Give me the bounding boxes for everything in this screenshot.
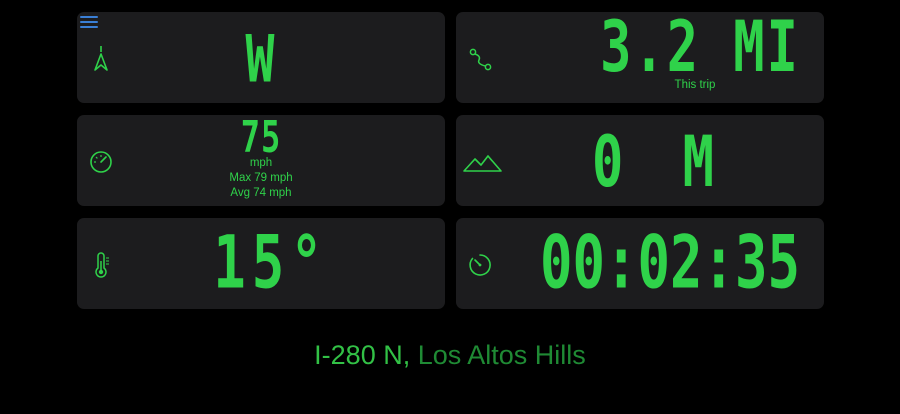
heading-value: W [245, 22, 277, 98]
route-icon [463, 42, 497, 76]
temperature-tile[interactable]: 15° [77, 218, 445, 309]
speed-tile[interactable]: 75 mph Max 79 mph Avg 74 mph [77, 115, 445, 206]
temperature-value: 15° [213, 219, 329, 305]
dashboard-screen: W 3.2 MI This trip 75 mph Max 79 mph Avg… [0, 0, 900, 414]
altitude-tile[interactable]: 0 M [456, 115, 824, 206]
heading-tile[interactable]: W [77, 12, 445, 103]
speed-unit: mph [249, 157, 273, 169]
hamburger-menu-icon[interactable] [80, 16, 98, 30]
location-road: I-280 N [314, 340, 403, 370]
speed-value: 75 [240, 111, 282, 163]
stopwatch-icon [463, 248, 497, 282]
location-place: Los Altos Hills [417, 340, 586, 370]
timer-tile[interactable]: 00:02:35 [456, 218, 824, 309]
altitude-value: 0 M [592, 122, 728, 204]
current-location: I-280 N, Los Altos Hills [0, 340, 900, 371]
location-separator: , [402, 340, 418, 370]
trip-label: This trip [674, 79, 716, 91]
speed-details: mph Max 79 mph Avg 74 mph [77, 156, 445, 201]
speed-avg: Avg 74 mph [230, 187, 292, 199]
trip-tile[interactable]: 3.2 MI This trip [456, 12, 824, 103]
speed-max: Max 79 mph [229, 172, 293, 184]
trip-distance-value: 3.2 MI [600, 7, 800, 89]
trip-timer-value: 00:02:35 [539, 219, 801, 305]
